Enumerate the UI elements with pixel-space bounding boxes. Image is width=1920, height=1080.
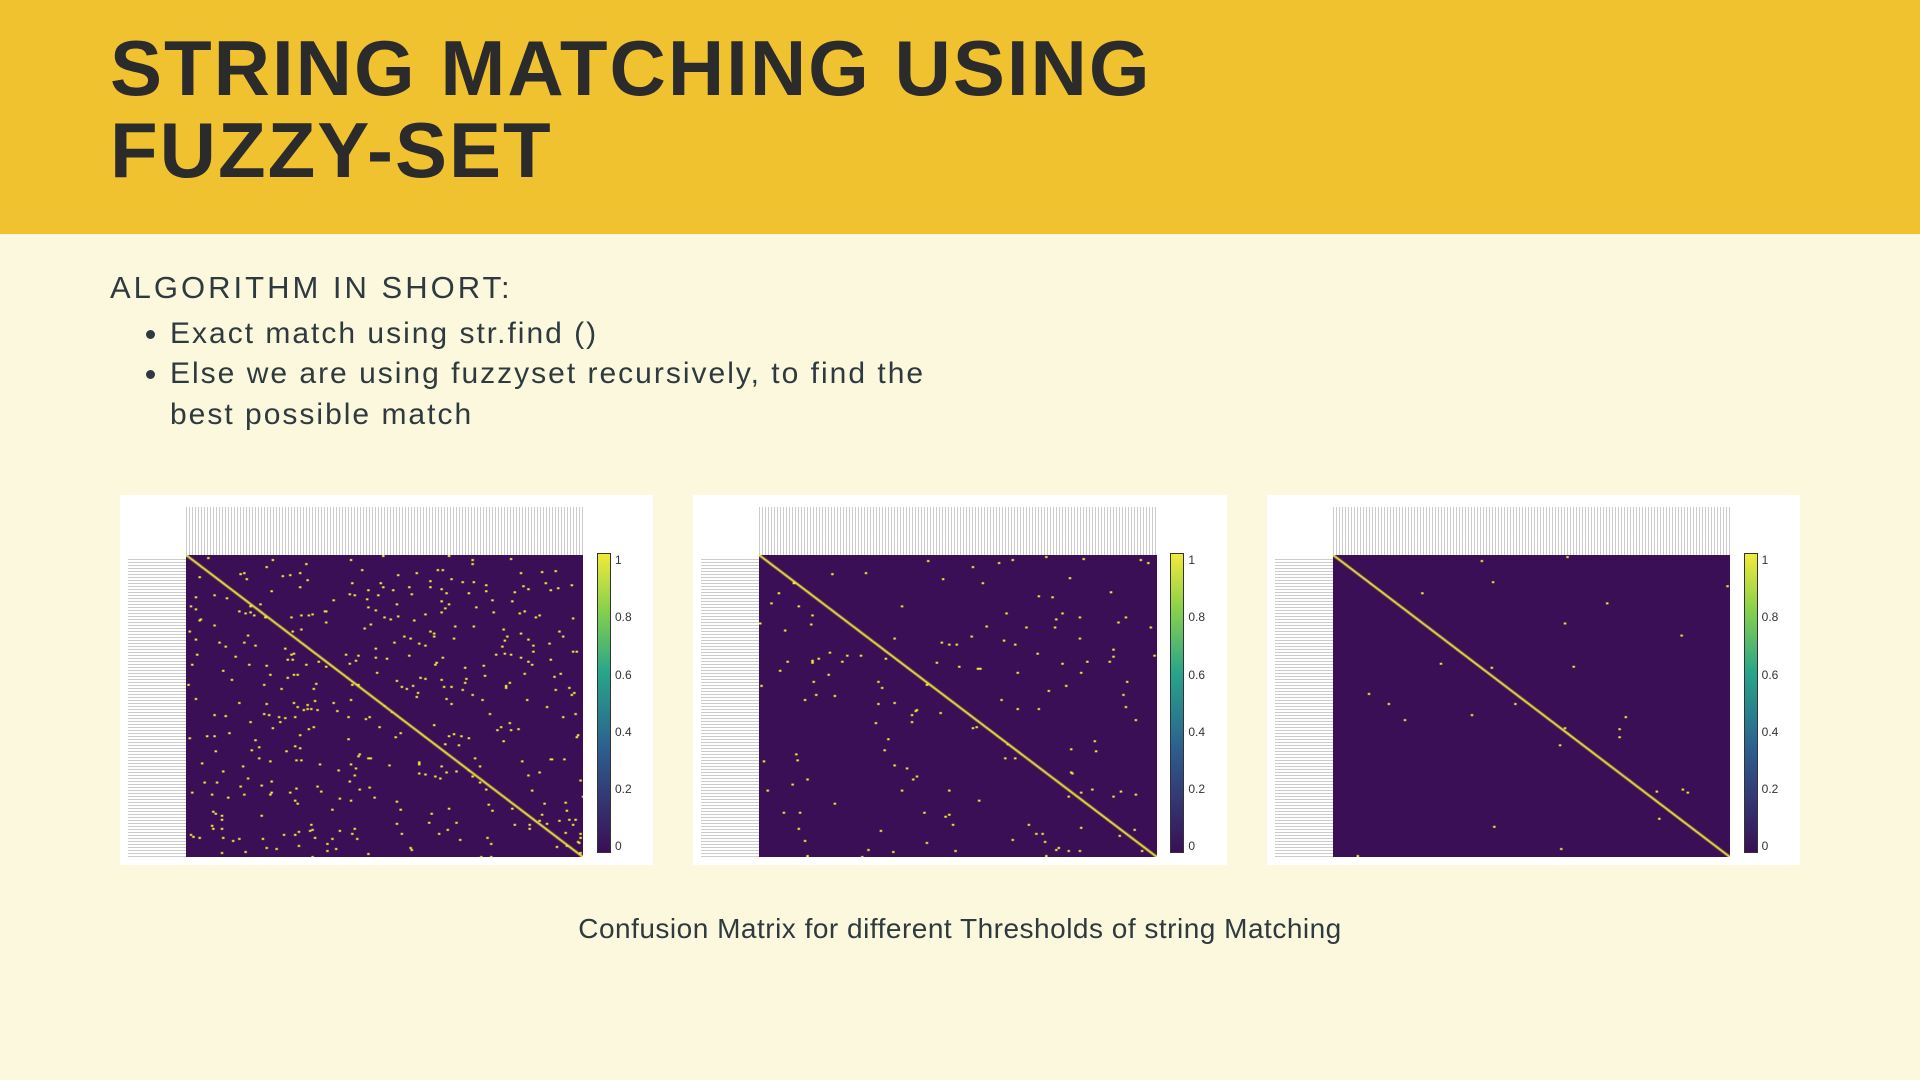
y-axis-labels [1275,507,1333,857]
header-bar: STRING MATCHING USING FUZZY-SET [0,0,1920,234]
heatmap [759,555,1156,857]
y-axis-labels [701,507,759,857]
colorbar-ticks: 1 0.8 0.6 0.4 0.2 0 [615,553,632,853]
y-axis-labels [128,507,186,857]
charts-row: 1 0.8 0.6 0.4 0.2 0 [110,495,1810,865]
heatmap [186,555,583,857]
colorbar-ticks: 1 0.8 0.6 0.4 0.2 0 [1762,553,1779,853]
algorithm-list: Exact match using str.find () Else we ar… [110,314,1810,436]
colorbar: 1 0.8 0.6 0.4 0.2 0 [1730,507,1792,857]
colorbar-ticks: 1 0.8 0.6 0.4 0.2 0 [1188,553,1205,853]
confusion-matrix-high-threshold: 1 0.8 0.6 0.4 0.2 0 [1267,495,1800,865]
page-title: STRING MATCHING USING FUZZY-SET [110,28,1920,192]
colorbar-gradient [597,553,611,853]
colorbar: 1 0.8 0.6 0.4 0.2 0 [1157,507,1219,857]
body-section: ALGORITHM IN SHORT: Exact match using st… [0,234,1920,946]
title-line-2: FUZZY-SET [110,106,553,194]
heatmap [1333,555,1730,857]
algorithm-label: ALGORITHM IN SHORT: [110,270,1810,306]
colorbar-gradient [1744,553,1758,853]
colorbar: 1 0.8 0.6 0.4 0.2 0 [583,507,645,857]
confusion-matrix-mid-threshold: 1 0.8 0.6 0.4 0.2 0 [693,495,1226,865]
title-line-1: STRING MATCHING USING [110,24,1152,112]
confusion-matrix-low-threshold: 1 0.8 0.6 0.4 0.2 0 [120,495,653,865]
algorithm-bullet: Exact match using str.find () [170,314,930,355]
x-axis-labels [1333,507,1730,555]
x-axis-labels [759,507,1156,555]
charts-caption: Confusion Matrix for different Threshold… [110,913,1810,945]
algorithm-bullet: Else we are using fuzzyset recursively, … [170,354,930,435]
colorbar-gradient [1170,553,1184,853]
x-axis-labels [186,507,583,555]
